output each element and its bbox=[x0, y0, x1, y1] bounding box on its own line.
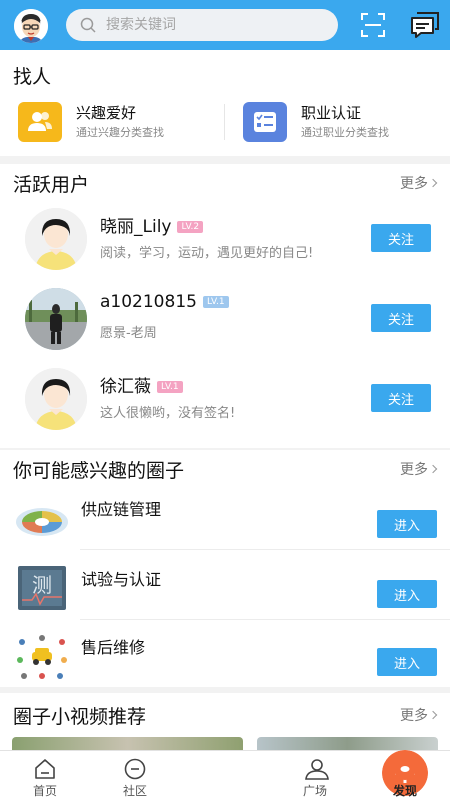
enter-button[interactable]: 进入 bbox=[377, 580, 437, 608]
more-link[interactable]: 更多 bbox=[400, 459, 438, 479]
avatar bbox=[25, 288, 87, 350]
find-people-section: 找人 兴趣爱好 通过兴趣分类查找 职业认证 通过职业分类查找 bbox=[0, 50, 450, 156]
avatar bbox=[25, 208, 87, 270]
more-link[interactable]: 更多 bbox=[400, 173, 438, 193]
scan-icon[interactable] bbox=[360, 12, 386, 38]
user-signature: 阅读，学习，运动，遇见更好的自己! bbox=[100, 246, 314, 261]
chevron-right-icon bbox=[428, 178, 438, 188]
level-badge: LV.1 bbox=[157, 381, 183, 393]
avatar bbox=[25, 368, 87, 430]
section-title: 找人 bbox=[13, 66, 52, 88]
repair-icon bbox=[14, 632, 70, 682]
section-title: 你可能感兴趣的圈子 bbox=[13, 460, 185, 482]
tab-label: 社区 bbox=[122, 784, 147, 798]
more-link[interactable]: 更多 bbox=[400, 705, 438, 725]
tab-label: 发现 bbox=[392, 784, 417, 798]
tab-label: 广场 bbox=[302, 784, 327, 798]
supply-chain-icon bbox=[16, 508, 68, 536]
test-cert-icon: 测 bbox=[18, 566, 66, 610]
community-icon bbox=[124, 758, 146, 780]
divider bbox=[224, 104, 225, 140]
interest-sub: 通过兴趣分类查找 bbox=[76, 126, 164, 139]
follow-button[interactable]: 关注 bbox=[371, 304, 431, 332]
tab-discover[interactable]: 发现 bbox=[360, 751, 450, 800]
user-name: 晓丽_Lily LV.2 bbox=[100, 212, 204, 237]
enter-button[interactable]: 进入 bbox=[377, 510, 437, 538]
divider bbox=[80, 549, 450, 550]
more-label: 更多 bbox=[400, 708, 428, 724]
list-item[interactable]: a10210815 LV.1 愿景-老周 关注 bbox=[0, 284, 450, 362]
people-icon bbox=[18, 102, 62, 142]
interest-card[interactable]: 兴趣爱好 通过兴趣分类查找 bbox=[18, 102, 218, 142]
discover-icon bbox=[394, 758, 416, 780]
divider bbox=[80, 619, 450, 620]
level-badge: LV.2 bbox=[177, 221, 204, 233]
chevron-right-icon bbox=[428, 710, 438, 720]
svg-text:测: 测 bbox=[32, 573, 52, 597]
search-box[interactable] bbox=[66, 9, 338, 41]
chevron-right-icon bbox=[428, 464, 438, 474]
list-item[interactable]: 徐汇薇 LV.1 这人很懒哟，没有签名! 关注 bbox=[0, 364, 450, 442]
tab-label: 首页 bbox=[32, 784, 57, 798]
square-icon bbox=[305, 759, 329, 780]
list-item[interactable]: 测 试验与认证 进入 bbox=[0, 562, 450, 632]
search-input[interactable] bbox=[106, 9, 326, 41]
tab-publish[interactable] bbox=[180, 750, 428, 800]
home-icon bbox=[35, 759, 55, 779]
more-label: 更多 bbox=[400, 462, 428, 478]
user-signature: 这人很懒哟，没有签名! bbox=[100, 406, 236, 421]
circle-name: 试验与认证 bbox=[81, 570, 162, 589]
section-title: 活跃用户 bbox=[13, 174, 90, 196]
more-label: 更多 bbox=[400, 176, 428, 192]
tab-square[interactable]: 广场 bbox=[270, 751, 360, 800]
interest-label: 兴趣爱好 bbox=[76, 104, 137, 122]
id-card-icon bbox=[243, 102, 287, 142]
user-avatar[interactable] bbox=[14, 9, 48, 43]
list-item[interactable]: 晓丽_Lily LV.2 阅读，学习，运动，遇见更好的自己! 关注 bbox=[0, 204, 450, 282]
active-users-section: 活跃用户 更多 晓丽_Lily LV.2 阅读，学习，运动，遇见更好的自己! 关注 bbox=[0, 164, 450, 448]
section-title: 圈子小视频推荐 bbox=[13, 706, 147, 728]
career-label: 职业认证 bbox=[301, 104, 362, 122]
circle-name: 供应链管理 bbox=[81, 500, 162, 519]
circles-section: 你可能感兴趣的圈子 更多 供应链管理 进入 测 试验与认证 进入 售后维修 进入 bbox=[0, 450, 450, 687]
level-badge: LV.1 bbox=[202, 296, 229, 308]
bottom-tab-bar: 首页 社区 广场 发现 bbox=[0, 750, 450, 800]
user-name: a10210815 LV.1 bbox=[100, 292, 229, 312]
tab-home[interactable]: 首页 bbox=[0, 751, 90, 800]
career-sub: 通过职业分类查找 bbox=[301, 126, 389, 139]
search-icon bbox=[80, 17, 96, 33]
video-thumbnail[interactable] bbox=[257, 737, 438, 750]
top-bar bbox=[0, 0, 450, 50]
follow-button[interactable]: 关注 bbox=[371, 224, 431, 252]
video-thumbnail[interactable] bbox=[12, 737, 243, 750]
follow-button[interactable]: 关注 bbox=[371, 384, 431, 412]
tab-community[interactable]: 社区 bbox=[90, 751, 180, 800]
list-item[interactable]: 供应链管理 进入 bbox=[0, 492, 450, 562]
user-signature: 愿景-老周 bbox=[100, 326, 157, 341]
circle-name: 售后维修 bbox=[81, 638, 146, 657]
user-name: 徐汇薇 LV.1 bbox=[100, 372, 183, 397]
career-card[interactable]: 职业认证 通过职业分类查找 bbox=[243, 102, 443, 142]
enter-button[interactable]: 进入 bbox=[377, 648, 437, 676]
videos-section: 圈子小视频推荐 更多 bbox=[0, 693, 450, 750]
list-item[interactable]: 售后维修 进入 bbox=[0, 630, 450, 700]
message-icon[interactable] bbox=[410, 11, 440, 39]
